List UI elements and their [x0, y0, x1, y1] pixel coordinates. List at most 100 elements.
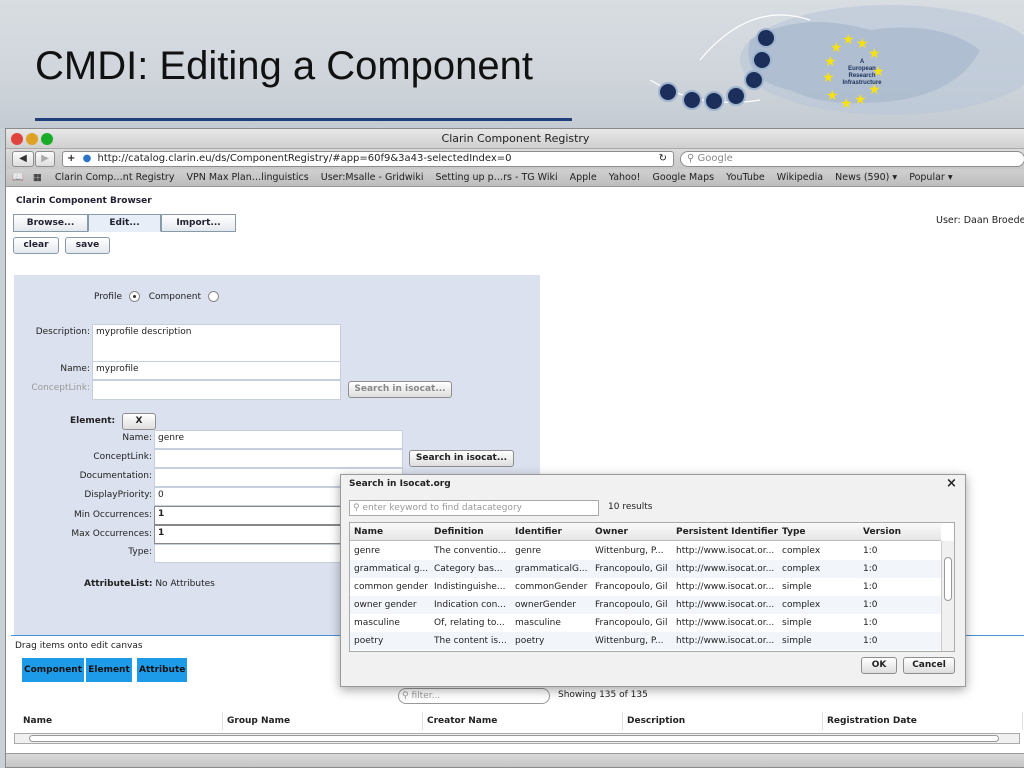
results-col-identifier[interactable]: Identifier [515, 527, 591, 537]
results-cell: http://www.isocat.or... [676, 618, 775, 628]
isocat-search-dialog: Search in Isocat.org × ⚲ enter keyword t… [340, 474, 966, 687]
results-cell: Indistinguishe... [434, 582, 506, 592]
name-field[interactable]: myprofile [92, 361, 341, 380]
bookmark-item[interactable]: YouTube [726, 169, 765, 186]
search-isocat-button[interactable]: Search in isocat... [348, 381, 452, 398]
svg-text:Infrastructure: Infrastructure [842, 80, 882, 86]
results-cell: poetry [354, 636, 384, 646]
save-button[interactable]: save [65, 237, 110, 254]
reload-icon[interactable]: ↻ [659, 152, 667, 166]
svg-text:★: ★ [824, 54, 837, 70]
results-col-name[interactable]: Name [354, 527, 430, 537]
bookmark-item[interactable]: Setting up p…rs - TG Wiki [436, 169, 558, 186]
results-row[interactable]: owner gender Indication con... ownerGender… [350, 596, 941, 614]
ok-button[interactable]: OK [861, 657, 897, 674]
palette-hint: Drag items onto edit canvas [15, 641, 143, 651]
close-icon[interactable]: × [946, 476, 957, 491]
palette-component[interactable]: Component [22, 658, 84, 682]
bookmark-item[interactable]: News (590) ▾ [835, 169, 897, 186]
column-header-creator-name[interactable]: Creator Name [423, 712, 623, 730]
remove-element-button[interactable]: X [122, 413, 156, 430]
profile-radio-option[interactable]: Profile Component [94, 291, 219, 302]
results-cell: simple [782, 636, 812, 646]
profile-radio[interactable] [128, 291, 140, 302]
results-scrollbar[interactable] [941, 541, 954, 651]
scrollbar-thumb[interactable] [29, 735, 999, 742]
results-scrollbar-thumb[interactable] [944, 557, 952, 601]
search-icon: ⚲ [402, 691, 409, 701]
svg-text:★: ★ [840, 96, 853, 112]
results-col-type[interactable]: Type [782, 527, 858, 537]
clear-button[interactable]: clear [13, 237, 59, 254]
column-header-group-name[interactable]: Group Name [223, 712, 423, 730]
results-col-version[interactable]: Version [863, 527, 939, 537]
results-row[interactable]: grammatical g... Category bas... grammatic… [350, 560, 941, 578]
back-button[interactable]: ◀ [12, 151, 34, 167]
web-search-input[interactable]: ⚲ Google [680, 151, 1024, 167]
element-name-field[interactable]: genre [154, 430, 403, 449]
results-row[interactable]: common gender Indistinguishe... commonGend… [350, 578, 941, 596]
element-conceptlink-field[interactable] [154, 449, 403, 468]
column-header-registration-date[interactable]: Registration Date [823, 712, 1023, 730]
results-cell: genre [515, 546, 541, 556]
svg-text:★: ★ [826, 88, 839, 104]
conceptlink-field[interactable] [92, 380, 341, 400]
tab-edit[interactable]: Edit... [88, 214, 161, 232]
conceptlink-label: ConceptLink: [31, 383, 90, 393]
attributelist-label: AttributeList: [84, 579, 153, 589]
results-row[interactable]: poetry The content is... poetry Wittenburg,… [350, 632, 941, 650]
palette-element[interactable]: Element [86, 658, 132, 682]
element-conceptlink-label: ConceptLink: [93, 452, 152, 462]
results-col-definition[interactable]: Definition [434, 527, 510, 537]
bookmark-item[interactable]: Google Maps [653, 169, 715, 186]
svg-text:A: A [860, 59, 865, 65]
column-header-description[interactable]: Description [623, 712, 823, 730]
results-cell: Francopoulo, Gil [595, 618, 668, 628]
component-radio[interactable] [207, 291, 219, 302]
palette-attribute[interactable]: Attribute [137, 658, 187, 682]
tab-browse[interactable]: Browse... [13, 214, 88, 232]
app-title: Clarin Component Browser [16, 196, 152, 206]
svg-text:★: ★ [822, 70, 835, 86]
min-occurrences-label: Min Occurrences: [73, 510, 152, 520]
cancel-button[interactable]: Cancel [903, 657, 955, 674]
bookmark-item[interactable]: Apple [570, 169, 597, 186]
search-icon: ⚲ [687, 153, 695, 164]
results-col-persistent-identifier[interactable]: Persistent Identifier [676, 527, 780, 537]
top-sites-grid-icon[interactable]: ▦ [33, 172, 42, 183]
results-cell: 1:0 [863, 600, 878, 610]
results-cell: 1:0 [863, 582, 878, 592]
forward-button[interactable]: ▶ [35, 151, 55, 167]
bookmark-item[interactable]: VPN Max Plan…linguistics [187, 169, 309, 186]
bookmarks-book-icon[interactable]: 📖 [12, 172, 24, 183]
horizontal-scrollbar[interactable] [14, 733, 1020, 744]
results-row[interactable]: masculine Of, relating to... masculine Fran… [350, 614, 941, 632]
web-search-placeholder: Google [697, 153, 733, 164]
bookmark-item[interactable]: User:Msalle - Gridwiki [321, 169, 424, 186]
results-cell: commonGender [515, 582, 588, 592]
bookmark-item[interactable]: Wikipedia [777, 169, 823, 186]
results-col-owner[interactable]: Owner [595, 527, 671, 537]
element-search-isocat-button[interactable]: Search in isocat... [409, 450, 514, 467]
filter-placeholder: filter... [411, 691, 441, 701]
dialog-search-input[interactable]: ⚲ enter keyword to find datacategory [349, 500, 599, 516]
results-cell: genre [354, 546, 380, 556]
max-occurrences-label: Max Occurrences: [71, 529, 152, 539]
bookmark-item[interactable]: Popular ▾ [909, 169, 952, 186]
bookmark-item[interactable]: Clarin Comp…nt Registry [55, 169, 175, 186]
results-row[interactable]: genre The conventio... genre Wittenburg, P.… [350, 542, 941, 560]
results-cell: http://www.isocat.or... [676, 636, 775, 646]
svg-text:★: ★ [854, 92, 867, 108]
description-field[interactable]: myprofile description [92, 324, 341, 362]
bookmark-item[interactable]: Yahoo! [609, 169, 641, 186]
results-cell: 1:0 [863, 618, 878, 628]
address-bar[interactable]: + ● http://catalog.clarin.eu/ds/Componen… [62, 151, 674, 167]
add-bookmark-icon[interactable]: + [67, 153, 75, 164]
back-arrow-icon: ◀ [19, 153, 27, 164]
results-table: Name Definition Identifier Owner Persist… [349, 522, 955, 652]
filter-input[interactable]: ⚲ filter... [398, 688, 550, 704]
tab-import[interactable]: Import... [161, 214, 236, 232]
attributelist-row: AttributeList: No Attributes [84, 579, 215, 589]
documentation-label: Documentation: [79, 471, 152, 481]
column-header-name[interactable]: Name [23, 712, 223, 730]
